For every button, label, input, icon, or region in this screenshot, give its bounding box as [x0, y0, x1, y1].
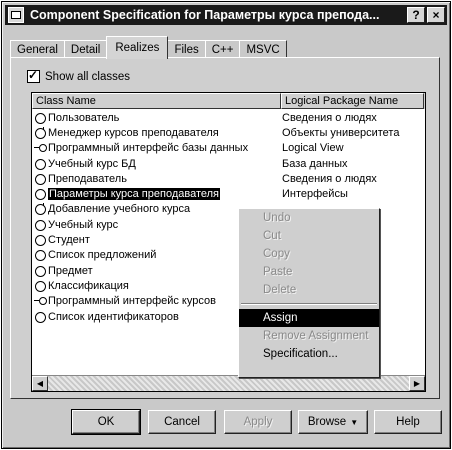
control-icon: [34, 126, 46, 139]
circle-icon: [34, 234, 46, 247]
package-cell: Сведения о людях: [282, 172, 377, 185]
class-name-text: Преподаватель: [48, 172, 127, 185]
browse-button[interactable]: Browse ▼: [298, 410, 368, 434]
menu-item-delete[interactable]: Delete: [239, 281, 379, 299]
class-name-text: Добавление учебного курса: [48, 203, 191, 216]
class-name-text: Учебный курс: [48, 218, 119, 231]
class-name-text: Классификация: [48, 279, 129, 292]
chevron-down-icon: ▼: [350, 417, 359, 427]
interface-icon: [34, 142, 47, 154]
circle-icon: [34, 219, 46, 231]
app-icon: [8, 7, 24, 23]
cancel-button[interactable]: Cancel: [148, 410, 216, 434]
class-name-text: Список предложений: [48, 249, 157, 262]
menu-item-specification[interactable]: Specification...: [239, 345, 379, 363]
circle-icon: [34, 112, 46, 124]
help-title-button[interactable]: ?: [407, 7, 425, 23]
menu-item-remove-assignment[interactable]: Remove Assignment: [239, 327, 379, 345]
menu-item-undo[interactable]: Undo: [239, 209, 379, 227]
circle-icon: [34, 188, 46, 201]
class-name-text: Студент: [48, 234, 90, 247]
show-all-classes-label: Show all classes: [45, 70, 131, 83]
class-name-text: Менеджер курсов преподавателя: [48, 126, 219, 139]
package-cell: Сведения о людях: [282, 111, 377, 124]
menu-item-cut[interactable]: Cut: [239, 227, 379, 245]
title-bar[interactable]: Component Specification for Параметры ку…: [5, 5, 447, 25]
class-name-cell: Параметры курса преподавателя: [32, 188, 280, 201]
scroll-left-icon[interactable]: ◀: [32, 376, 48, 391]
ok-button[interactable]: OK: [71, 409, 141, 435]
class-name-cell: Программный интерфейс базы данных: [32, 142, 280, 154]
interface-icon: [34, 295, 47, 307]
browse-label: Browse: [307, 416, 347, 428]
circle-icon: [34, 249, 46, 262]
close-button[interactable]: ×: [427, 7, 445, 23]
class-name-text: Программный интерфейс базы данных: [48, 142, 249, 155]
circle-icon: [34, 265, 46, 277]
column-header-class-name[interactable]: Class Name: [32, 93, 281, 109]
tab-strip: General Detail Realizes Files C++ MSVC: [10, 36, 287, 59]
circle-icon: [34, 280, 46, 292]
help-button[interactable]: Help: [374, 410, 442, 434]
list-header: Class Name Logical Package Name: [32, 93, 425, 109]
table-row[interactable]: Преподаватель Сведения о людях: [32, 171, 425, 186]
package-cell: Logical View: [282, 142, 344, 155]
menu-item-paste[interactable]: Paste: [239, 263, 379, 281]
column-header-package[interactable]: Logical Package Name: [281, 93, 424, 109]
menu-separator: [241, 303, 377, 305]
control-icon: [34, 203, 46, 216]
context-menu: Undo Cut Copy Paste Delete Assign Remove Assig…: [238, 208, 380, 378]
table-row[interactable]: Учебный курс БД База данных: [32, 156, 425, 171]
circle-icon: [34, 173, 46, 185]
class-name-text: Параметры курса преподавателя: [48, 188, 220, 201]
table-row[interactable]: Программный интерфейс базы данных Logical…: [32, 141, 425, 156]
scroll-track[interactable]: [48, 376, 409, 391]
class-name-cell: Менеджер курсов преподавателя: [32, 126, 280, 139]
table-row[interactable]: Менеджер курсов преподавателя Объекты уни…: [32, 125, 425, 140]
circle-icon: [34, 311, 46, 323]
table-row[interactable]: Параметры курса преподавателя Интерфейсы: [32, 186, 425, 201]
package-cell: Интерфейсы: [282, 188, 348, 201]
class-name-text: Пользователь: [48, 111, 120, 124]
table-row[interactable]: Пользователь Сведения о людях: [32, 110, 425, 125]
class-name-text: Предмет: [48, 264, 93, 277]
package-cell: База данных: [282, 157, 348, 170]
class-name-cell: Преподаватель: [32, 173, 280, 185]
show-all-classes-checkbox[interactable]: [27, 68, 40, 83]
apply-button[interactable]: Apply: [224, 410, 292, 434]
show-all-classes-option[interactable]: Show all classes: [27, 68, 131, 83]
class-name-cell: Учебный курс БД: [32, 158, 280, 170]
scroll-right-icon[interactable]: ▶: [409, 376, 425, 391]
menu-item-copy[interactable]: Copy: [239, 245, 379, 263]
class-name-cell: Пользователь: [32, 112, 280, 124]
circle-icon: [34, 158, 46, 170]
class-name-text: Программный интерфейс курсов: [48, 295, 216, 308]
package-cell: Объекты университета: [282, 126, 400, 139]
class-name-text: Список идентификаторов: [48, 310, 179, 323]
class-name-text: Учебный курс БД: [48, 157, 136, 170]
window-title: Component Specification for Параметры ку…: [30, 8, 380, 22]
menu-item-assign[interactable]: Assign: [239, 309, 379, 327]
tab-realizes[interactable]: Realizes: [106, 36, 169, 59]
